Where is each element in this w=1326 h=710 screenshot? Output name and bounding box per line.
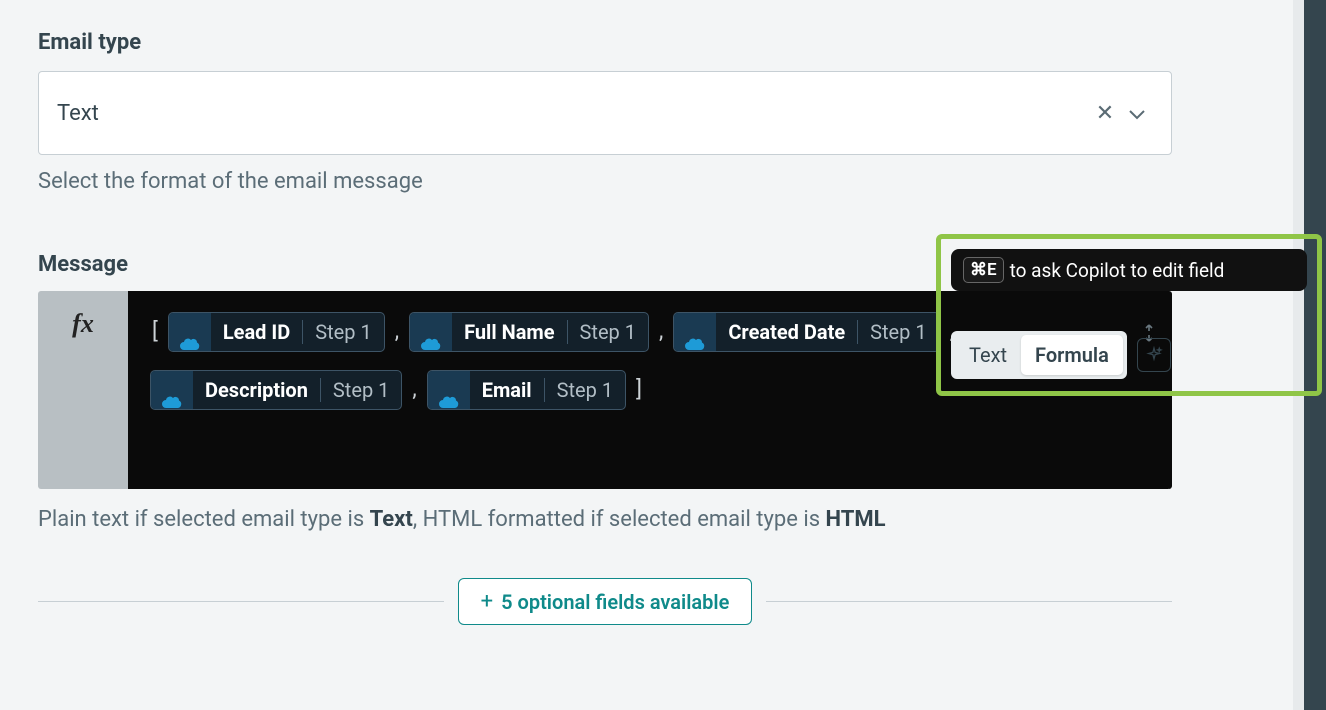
ai-sparkle-button[interactable] — [1137, 338, 1171, 372]
pill-created-date[interactable]: Created Date Step 1 — [673, 312, 939, 352]
main-content: Email type Text ✕ Select the format of t… — [0, 0, 1210, 625]
message-help: Plain text if selected email type is Tex… — [38, 507, 1172, 532]
email-type-select[interactable]: Text ✕ — [38, 71, 1172, 155]
pill-step: Step 1 — [858, 312, 938, 352]
optional-fields-row: + 5 optional fields available — [38, 578, 1172, 625]
mode-formula[interactable]: Formula — [1021, 335, 1123, 375]
highlight-box: ⌘E to ask Copilot to edit field Text For… — [936, 234, 1322, 396]
email-type-value: Text — [57, 101, 1089, 126]
copilot-tooltip: ⌘E to ask Copilot to edit field — [951, 249, 1307, 291]
comma: , — [657, 307, 665, 357]
pill-description[interactable]: Description Step 1 — [150, 370, 402, 410]
close-bracket: ] — [634, 365, 644, 415]
pill-lead-id[interactable]: Lead ID Step 1 — [168, 312, 385, 352]
message-label: Message — [38, 252, 128, 277]
open-bracket: [ — [150, 307, 160, 357]
pill-name: Email — [470, 370, 544, 410]
pill-full-name[interactable]: Full Name Step 1 — [409, 312, 649, 352]
comma: , — [393, 307, 401, 357]
optional-fields-label: 5 optional fields available — [501, 590, 729, 614]
email-type-label: Email type — [38, 30, 1172, 55]
email-type-help: Select the format of the email message — [38, 169, 1172, 194]
pill-step: Step 1 — [545, 370, 625, 410]
tooltip-text: to ask Copilot to edit field — [1010, 259, 1225, 282]
pill-name: Full Name — [452, 312, 566, 352]
pill-name: Created Date — [716, 312, 857, 352]
salesforce-icon — [410, 313, 452, 351]
plus-icon: + — [481, 589, 493, 614]
divider — [766, 601, 1172, 602]
chevron-down-icon[interactable] — [1121, 101, 1153, 126]
pill-email[interactable]: Email Step 1 — [427, 370, 626, 410]
salesforce-icon — [428, 371, 470, 409]
pill-step: Step 1 — [321, 370, 401, 410]
message-section: Message ⌘E to ask Copilot to edit field … — [38, 252, 1172, 532]
comma: , — [410, 365, 418, 415]
divider — [38, 601, 444, 602]
optional-fields-button[interactable]: + 5 optional fields available — [458, 578, 753, 625]
mode-text[interactable]: Text — [955, 335, 1021, 375]
shortcut-key: ⌘E — [963, 257, 1004, 283]
pill-step: Step 1 — [303, 312, 383, 352]
clear-icon[interactable]: ✕ — [1089, 101, 1121, 126]
resize-handle-icon[interactable] — [1154, 471, 1170, 487]
salesforce-icon — [169, 313, 211, 351]
pill-name: Lead ID — [211, 312, 302, 352]
mode-toggle: Text Formula — [951, 331, 1127, 379]
salesforce-icon — [674, 313, 716, 351]
salesforce-icon — [151, 371, 193, 409]
pill-step: Step 1 — [568, 312, 648, 352]
fx-icon: fx — [72, 309, 94, 339]
pill-name: Description — [193, 370, 320, 410]
editor-gutter: fx — [38, 291, 128, 489]
